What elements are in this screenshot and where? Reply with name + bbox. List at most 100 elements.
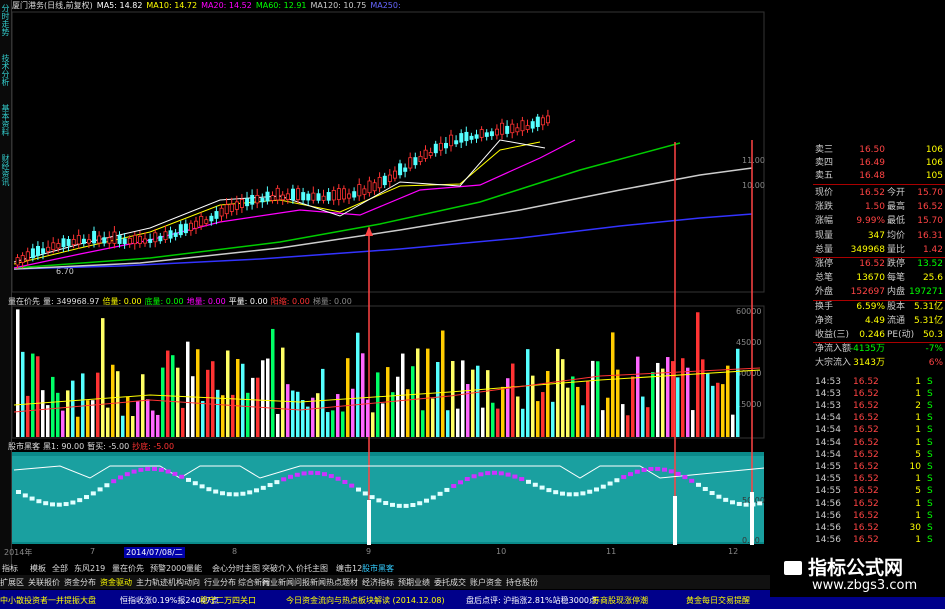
candle (239, 199, 244, 208)
indicator-tab[interactable]: 预警2000 (150, 563, 186, 574)
oscillator-mark (84, 495, 89, 500)
function-tab[interactable]: 委托成交 (434, 577, 466, 588)
oscillator-mark (138, 467, 144, 472)
function-tab[interactable]: 账户资金 (470, 577, 502, 588)
oscillator-mark (111, 479, 117, 484)
volume-bar (541, 392, 545, 437)
oscillator-mark (186, 477, 191, 482)
function-tab[interactable]: 热点题材 (326, 577, 358, 588)
volume-bar (651, 372, 655, 437)
ask-label: 卖四 (815, 158, 834, 168)
date-axis-label: 10 (496, 547, 507, 556)
function-tab[interactable]: 机构动向 (168, 577, 200, 588)
oscillator-mark (281, 477, 287, 482)
ticker-news-item[interactable]: 黄金每日交易提醒 (686, 595, 750, 606)
tick-price: 16.52 (853, 388, 879, 399)
oscillator-mark (607, 481, 613, 486)
ticker-news-item[interactable]: 稳守二万四关口 (200, 595, 256, 606)
watermark-logo: 指标公式网 www.zbgs3.com (770, 551, 945, 597)
stat-value: 13670 (856, 273, 885, 284)
indicator-tab[interactable]: 模板 (30, 563, 46, 574)
indicator-tab[interactable]: 价托主图 (296, 563, 328, 574)
chart-area[interactable]: 11.0010.006.706000045000300001500050.000… (0, 0, 770, 545)
function-tab[interactable]: 扩展区 (0, 577, 24, 588)
volume-bar (621, 404, 625, 437)
candle (173, 232, 178, 237)
stat-row: 大宗流入 3143万 6% (769, 357, 945, 369)
ticker-news-item[interactable]: 券商股现涨停潮 (592, 595, 648, 606)
candle (336, 188, 341, 200)
function-tab[interactable]: 行业新闻 (262, 577, 294, 588)
function-tab[interactable]: 持仓股份 (506, 577, 538, 588)
oscillator-mark (199, 484, 205, 489)
volume-bar (536, 401, 540, 437)
stat-row: 净资 4.49 流通 5.31亿 (769, 315, 945, 327)
candle (443, 142, 448, 149)
date-axis-label: 12 (728, 547, 739, 556)
stat-value: 5.31亿 (913, 301, 943, 312)
volume-bar (211, 361, 215, 437)
ask-label: 卖三 (815, 145, 834, 155)
function-tab[interactable]: 经济指标 (362, 577, 394, 588)
volume-bar (286, 384, 290, 437)
indicator-tab[interactable]: 量能 (186, 563, 202, 574)
volume-bar (426, 348, 430, 437)
ticker-news-item[interactable]: 今日资金流向与热点板块解读 (2014.12.08) (286, 595, 445, 606)
function-tab[interactable]: 预期业绩 (398, 577, 430, 588)
oscillator-mark (254, 488, 259, 493)
candle (331, 190, 336, 201)
tick-side: S (927, 510, 933, 521)
stat-label: 量比 (887, 244, 906, 255)
oscillator-mark (451, 484, 457, 489)
function-tab[interactable]: 主力轨迹 (136, 577, 168, 588)
tick-side: S (927, 388, 933, 399)
volume-bar (381, 403, 385, 437)
function-tab[interactable]: 问报新闻 (294, 577, 326, 588)
oscillator-mark (403, 503, 409, 508)
candle (433, 143, 438, 154)
indicator-tab[interactable]: 全部 (52, 563, 68, 574)
oscillator-mark (723, 497, 729, 502)
oscillator-mark (233, 492, 239, 497)
function-tab[interactable]: 行业分布 (204, 577, 236, 588)
volume-bar (76, 416, 80, 437)
function-tab[interactable]: 资金驱动 (100, 577, 132, 588)
oscillator-mark (362, 491, 368, 496)
indicator-tab[interactable]: 会心分时主图 (212, 563, 260, 574)
ticker-news-item[interactable]: 盘后点评: 沪指涨2.81%站稳3000点 (466, 595, 597, 606)
function-tab[interactable]: 资金分布 (64, 577, 96, 588)
oscillator-mark (396, 503, 402, 508)
ticker-news-item[interactable]: 中小散投资者一并提振大盘 (0, 595, 96, 606)
oscillator-mark (274, 480, 280, 485)
indicator-tab[interactable]: 量在价先 (112, 563, 144, 574)
indicator-tab[interactable]: 指标 (2, 563, 18, 574)
tick-time: 14:53 (815, 376, 841, 387)
indicator-tab[interactable]: 股市黑客 (362, 563, 394, 574)
oscillator-mark (308, 470, 314, 475)
candle (81, 238, 86, 244)
candle (382, 175, 387, 186)
candle (540, 117, 545, 126)
oscillator-mark (172, 471, 178, 476)
function-tab[interactable]: 关联报价 (28, 577, 60, 588)
oscillator-mark (247, 490, 253, 495)
candle (520, 120, 525, 132)
indicator-value: 量: 349968.97 (43, 297, 100, 306)
volume-bar (356, 332, 360, 437)
volume-bar (656, 362, 660, 437)
volume-bar (146, 399, 150, 437)
indicator-tab[interactable]: 缠击12 (336, 563, 362, 574)
stat-value: 197271 (909, 287, 944, 298)
stat-label: 总笔 (815, 273, 834, 284)
volume-bar (241, 363, 245, 437)
candle (158, 235, 163, 242)
oscillator-mark (437, 491, 443, 496)
oscillator-mark (356, 487, 361, 492)
candle (204, 219, 209, 224)
indicator-tab[interactable]: 东风219 (74, 563, 105, 574)
candle (188, 222, 193, 231)
volume-bar (591, 360, 595, 437)
volume-bar (261, 360, 265, 437)
tick-volume: 2 (915, 401, 921, 411)
indicator-tab[interactable]: 突破介入 (262, 563, 294, 574)
